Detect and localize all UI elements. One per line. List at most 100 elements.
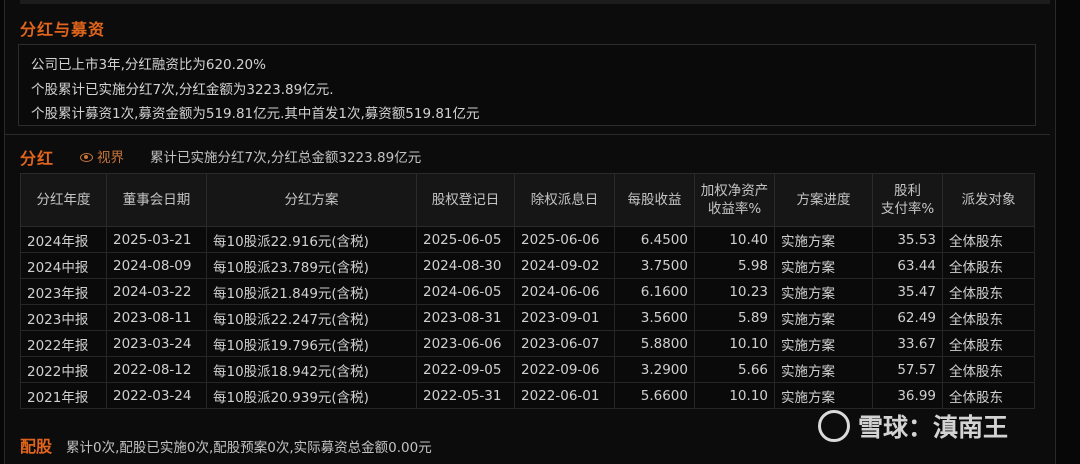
header-target: 派发对象 (942, 173, 1035, 227)
view-link[interactable]: 视界 (80, 146, 124, 166)
cell-progress: 实施方案 (774, 226, 873, 253)
cell-eps: 5.6600 (614, 382, 695, 409)
cell-year: 2023中报 (20, 304, 107, 331)
cell-ex-date: 2024-09-02 (514, 252, 615, 279)
header-payout-line1: 股利 (894, 183, 921, 199)
cell-board-date: 2022-08-12 (106, 356, 207, 383)
cell-year: 2023年报 (20, 278, 107, 305)
cell-payout: 35.47 (872, 278, 943, 305)
rights-issue-summary: 累计0次,配股已实施0次,配股预案0次,实际募资总金额0.00元 (66, 440, 432, 456)
cell-board-date: 2024-03-22 (106, 278, 207, 305)
cell-roe: 5.89 (694, 304, 775, 331)
cell-progress: 实施方案 (774, 304, 873, 331)
header-roe-line2: 收益率% (707, 201, 762, 217)
header-payout-line2: 支付率% (880, 201, 935, 217)
cell-plan: 每10股派22.247元(含税) (206, 304, 417, 331)
header-board-date: 董事会日期 (106, 173, 207, 227)
header-roe: 加权净资产收益率% (694, 173, 775, 227)
cell-target: 全体股东 (942, 252, 1035, 279)
cell-record-date: 2024-08-30 (416, 252, 515, 279)
cell-target: 全体股东 (942, 356, 1035, 383)
cell-progress: 实施方案 (774, 278, 873, 305)
funding-summary-line-3: 个股累计募资1次,募资金额为519.81亿元.其中首发1次,募资额519.81亿… (31, 106, 480, 122)
table-row: 2022中报 2022-08-12 每10股派18.942元(含税) 2022-09-… (20, 356, 1035, 383)
cell-progress: 实施方案 (774, 252, 873, 279)
cell-record-date: 2025-06-05 (416, 226, 515, 253)
cell-year: 2022年报 (20, 330, 107, 357)
table-row: 2023中报 2023-08-11 每10股派22.247元(含税) 2023-08-… (20, 304, 1035, 331)
cell-payout: 57.57 (872, 356, 943, 383)
cell-record-date: 2022-05-31 (416, 382, 515, 409)
cell-eps: 3.2900 (614, 356, 695, 383)
rights-issue-row: 配股 累计0次,配股已实施0次,配股预案0次,实际募资总金额0.00元 (20, 433, 432, 457)
cell-roe: 5.66 (694, 356, 775, 383)
cell-eps: 6.4500 (614, 226, 695, 253)
funding-summary-line-1: 公司已上市3年,分红融资比为620.20% (31, 57, 266, 73)
snowball-logo-icon (818, 410, 850, 442)
cell-eps: 6.1600 (614, 278, 695, 305)
cell-payout: 35.53 (872, 226, 943, 253)
cell-ex-date: 2022-09-06 (514, 356, 615, 383)
dividend-table: 分红年度 董事会日期 分红方案 股权登记日 除权派息日 每股收益 加权净资产 收益… (20, 173, 1035, 409)
cell-progress: 实施方案 (774, 330, 873, 357)
cell-ex-date: 2023-06-07 (514, 330, 615, 357)
cell-ex-date: 2022-06-01 (514, 382, 615, 409)
cell-target: 全体股东 (942, 304, 1035, 331)
header-year: 分红年度 (20, 173, 107, 227)
cell-target: 全体股东 (942, 330, 1035, 357)
cell-year: 2021年报 (20, 382, 107, 409)
section-divider (4, 134, 1050, 135)
header-plan: 分红方案 (206, 173, 417, 227)
table-row: 2021年报 2022-03-24 每10股派20.939元(含税) 2022-05-… (20, 382, 1035, 409)
cell-ex-date: 2025-06-06 (514, 226, 615, 253)
header-progress: 方案进度 (774, 173, 873, 227)
cell-payout: 63.44 (872, 252, 943, 279)
cell-plan: 每10股派21.849元(含税) (206, 278, 417, 305)
cell-record-date: 2022-09-05 (416, 356, 515, 383)
table-row: 2023年报 2024-03-22 每10股派21.849元(含税) 2024-06-… (20, 278, 1035, 305)
cell-eps: 3.5600 (614, 304, 695, 331)
cell-payout: 36.99 (872, 382, 943, 409)
cell-year: 2024中报 (20, 252, 107, 279)
cell-target: 全体股东 (942, 382, 1035, 409)
cell-plan: 每10股派22.916元(含税) (206, 226, 417, 253)
cell-target: 全体股东 (942, 278, 1035, 305)
cell-roe: 10.23 (694, 278, 775, 305)
cell-plan: 每10股派23.789元(含税) (206, 252, 417, 279)
cell-plan: 每10股派18.942元(含税) (206, 356, 417, 383)
table-header-row: 分红年度 董事会日期 分红方案 股权登记日 除权派息日 每股收益 加权净资产 收益… (20, 173, 1035, 227)
view-link-label: 视界 (97, 150, 124, 166)
cell-target: 全体股东 (942, 226, 1035, 253)
header-payout: 股利支付率% (872, 173, 943, 227)
cell-roe: 5.98 (694, 252, 775, 279)
header-roe-line1: 加权净资产 (700, 183, 769, 199)
cell-board-date: 2023-03-24 (106, 330, 207, 357)
cell-ex-date: 2024-06-06 (514, 278, 615, 305)
table-row: 2022年报 2023-03-24 每10股派19.796元(含税) 2023-06-… (20, 330, 1035, 357)
dividend-summary: 累计已实施分红7次,分红总金额3223.89亿元 (150, 150, 422, 166)
cell-roe: 10.40 (694, 226, 775, 253)
cell-record-date: 2024-06-05 (416, 278, 515, 305)
funding-summary-box: 公司已上市3年,分红融资比为620.20% 个股累计已实施分红7次,分红金额为3… (18, 44, 1036, 126)
cell-roe: 10.10 (694, 330, 775, 357)
rights-issue-title: 配股 (20, 437, 53, 456)
header-ex-date: 除权派息日 (514, 173, 615, 227)
cell-progress: 实施方案 (774, 382, 873, 409)
cell-payout: 33.67 (872, 330, 943, 357)
cell-year: 2024年报 (20, 226, 107, 253)
cell-board-date: 2024-08-09 (106, 252, 207, 279)
cell-plan: 每10股派20.939元(含税) (206, 382, 417, 409)
cell-plan: 每10股派19.796元(含税) (206, 330, 417, 357)
cell-board-date: 2023-08-11 (106, 304, 207, 331)
top-scrollbar[interactable] (20, 0, 1050, 4)
dividend-section-title: 分红 (20, 149, 55, 168)
funding-summary-line-2: 个股累计已实施分红7次,分红金额为3223.89亿元. (31, 82, 334, 98)
funding-section-title: 分红与募资 (20, 20, 106, 39)
header-record-date: 股权登记日 (416, 173, 515, 227)
cell-ex-date: 2023-09-01 (514, 304, 615, 331)
eye-icon (80, 152, 93, 162)
watermark: 雪球：滇南王 (818, 408, 1008, 445)
cell-roe: 10.10 (694, 382, 775, 409)
watermark-text: 雪球：滇南王 (858, 413, 1009, 442)
cell-record-date: 2023-06-06 (416, 330, 515, 357)
